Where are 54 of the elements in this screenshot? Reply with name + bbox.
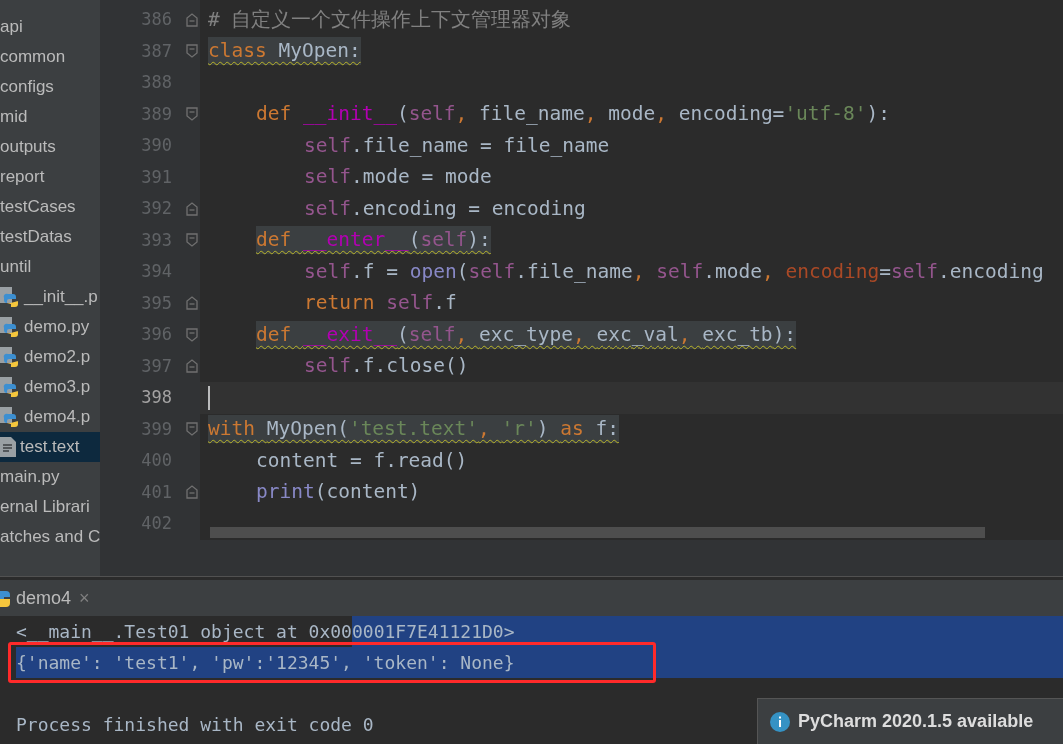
- tree-item[interactable]: ernal Librari: [0, 492, 100, 522]
- fold-icon[interactable]: [186, 107, 198, 122]
- code-line: self.mode = mode: [304, 164, 492, 191]
- fold-icon[interactable]: [186, 44, 198, 59]
- code-line: content = f.read(): [256, 447, 468, 474]
- tree-item[interactable]: atches and C: [0, 522, 100, 552]
- console-text: {'name': 'test1', 'pw':'12345', 'token': None}: [16, 647, 515, 678]
- code-line: self.f.close(): [304, 353, 469, 380]
- horizontal-scrollbar[interactable]: [210, 527, 985, 538]
- run-tab[interactable]: demo4 ×: [0, 580, 98, 616]
- tree-item[interactable]: demo4.p: [0, 402, 100, 432]
- fold-icon[interactable]: [186, 327, 198, 342]
- python-file-icon: [0, 406, 20, 428]
- tree-item[interactable]: testDatas: [0, 222, 100, 252]
- fold-icon[interactable]: [186, 12, 198, 27]
- tree-item[interactable]: until: [0, 252, 100, 282]
- fold-icon[interactable]: [186, 233, 198, 248]
- tree-item[interactable]: demo2.p: [0, 342, 100, 372]
- tree-item[interactable]: api: [0, 12, 100, 42]
- python-icon: [0, 589, 12, 607]
- text-file-icon: [0, 437, 16, 457]
- line-number: 398: [140, 386, 173, 409]
- code-line: def __init__(self, file_name, mode, encoding='utf-8'):: [256, 101, 891, 128]
- python-file-icon: [0, 376, 20, 398]
- tree-item[interactable]: demo.py: [0, 312, 100, 342]
- notification-title: PyCharm 2020.1.5 available: [798, 710, 1034, 733]
- python-file-icon: [0, 316, 20, 338]
- fold-icon[interactable]: [186, 359, 198, 374]
- code-line: # 自定义一个文件操作上下文管理器对象: [208, 6, 572, 33]
- tree-item[interactable]: test.text: [0, 432, 100, 462]
- tree-item[interactable]: outputs: [0, 132, 100, 162]
- code-line: return self.f: [304, 290, 457, 317]
- notification-popup[interactable]: PyCharm 2020.1.5 available: [757, 698, 1063, 744]
- tree-item[interactable]: common: [0, 42, 100, 72]
- tree-item[interactable]: report: [0, 162, 100, 192]
- code-line: self.f = open(self.file_name, self.mode, encoding=self.encoding: [304, 258, 1044, 285]
- fold-icon[interactable]: [186, 485, 198, 500]
- tree-item[interactable]: __init__.p: [0, 282, 100, 312]
- fold-icon[interactable]: [186, 201, 198, 216]
- python-file-icon: [0, 286, 20, 308]
- info-icon: [770, 711, 790, 732]
- tree-item[interactable]: mid: [0, 102, 100, 132]
- console-text: <__main__.Test01 object at 0x00: [16, 620, 352, 644]
- console-text: Process finished with exit code 0: [16, 713, 374, 737]
- fold-icon[interactable]: [186, 422, 198, 437]
- code-line: self.file_name = file_name: [304, 132, 610, 159]
- tree-item[interactable]: main.py: [0, 462, 100, 492]
- tree-item[interactable]: configs: [0, 72, 100, 102]
- tree-item[interactable]: demo3.p: [0, 372, 100, 402]
- tree-item[interactable]: testCases: [0, 192, 100, 222]
- fold-icon[interactable]: [186, 296, 198, 311]
- code-line: self.encoding = encoding: [304, 195, 586, 222]
- python-file-icon: [0, 346, 20, 368]
- code-line: print(content): [256, 479, 421, 506]
